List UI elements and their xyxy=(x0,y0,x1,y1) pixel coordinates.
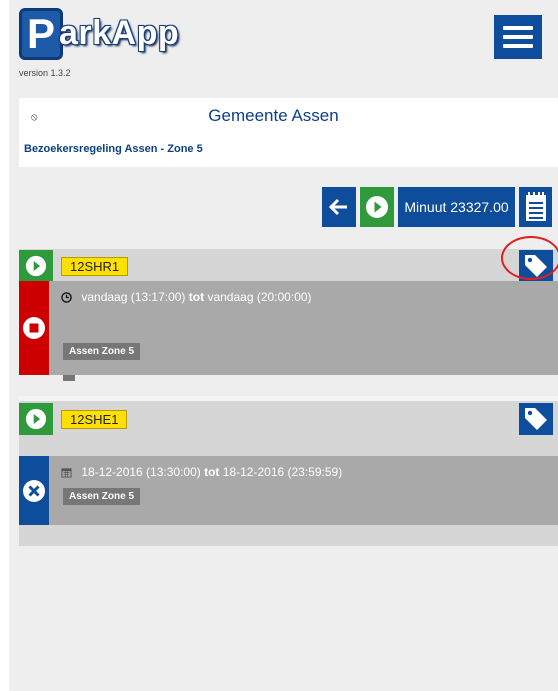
cancel-session-button[interactable] xyxy=(19,456,49,525)
parking-session: vandaag (13:17:00) tot vandaag (20:00:00… xyxy=(19,281,558,381)
tag-icon xyxy=(525,408,547,430)
cancel-icon xyxy=(23,479,45,502)
location-title: Gemeente Assen xyxy=(208,106,339,125)
session-time: vandaag (13:17:00) tot vandaag (20:00:00… xyxy=(61,290,312,306)
play-icon xyxy=(25,408,47,430)
start-vehicle-button[interactable] xyxy=(19,403,53,435)
vehicle-row: 12SHR1 xyxy=(19,250,558,282)
notes-icon xyxy=(525,192,546,221)
license-plate: 12SHE1 xyxy=(61,410,128,429)
zone-badge: Assen Zone 5 xyxy=(63,343,141,360)
clock-icon xyxy=(61,292,72,306)
vehicle-row: 12SHE1 xyxy=(19,403,558,435)
parking-session: 18-12-2016 (13:30:00) tot 18-12-2016 (23… xyxy=(19,456,558,525)
back-button[interactable] xyxy=(322,187,356,227)
session-time: 18-12-2016 (13:30:00) tot 18-12-2016 (23… xyxy=(61,465,342,481)
license-plate: 12SHR1 xyxy=(61,257,129,276)
highlight-circle xyxy=(501,236,558,280)
notes-button[interactable] xyxy=(519,187,552,227)
location-subtitle: Bezoekersregeling Assen - Zone 5 xyxy=(24,143,203,155)
play-icon xyxy=(366,196,388,218)
hamburger-icon xyxy=(503,26,533,30)
arrow-left-icon xyxy=(329,198,347,216)
menu-button[interactable] xyxy=(494,15,542,59)
app-container: P arkApp version 1.3.2 ⦸ Gemeente Assen … xyxy=(9,0,558,691)
play-icon xyxy=(25,255,47,277)
zone-badge: Assen Zone 5 xyxy=(63,488,141,505)
stop-icon xyxy=(23,317,45,339)
start-parking-button[interactable] xyxy=(360,187,394,227)
logo-text: arkApp xyxy=(59,14,180,52)
tag-button[interactable] xyxy=(519,403,553,435)
minuut-balance-button[interactable]: Minuut 23327.00 xyxy=(398,187,515,227)
app-version: version 1.3.2 xyxy=(19,68,71,78)
stop-session-button[interactable] xyxy=(19,281,49,375)
location-card[interactable]: ⦸ Gemeente Assen Bezoekersregeling Assen… xyxy=(19,98,558,167)
calendar-icon xyxy=(61,467,72,481)
logo-p-mark: P xyxy=(19,8,63,60)
start-vehicle-button[interactable] xyxy=(19,250,53,282)
